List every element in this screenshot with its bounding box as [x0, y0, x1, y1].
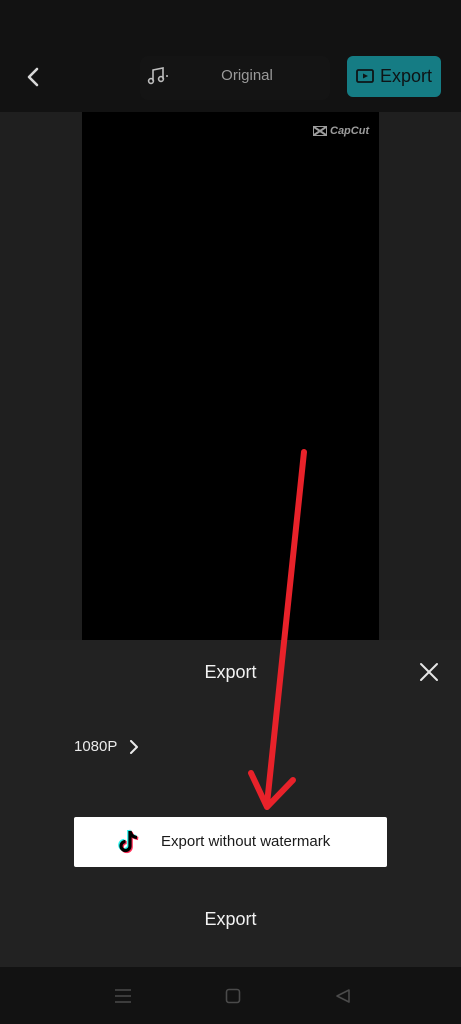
export-without-watermark-button[interactable]: Export without watermark	[74, 817, 387, 867]
capcut-export-screen: Original Export CapCut Export 1080P Expo…	[0, 0, 461, 1024]
sheet-title: Export	[204, 662, 257, 682]
export-button-label: Export	[379, 66, 433, 86]
back-button[interactable]	[18, 62, 48, 92]
resolution-selector[interactable]: 1080P	[74, 738, 139, 755]
home-button[interactable]	[221, 984, 245, 1008]
video-preview[interactable]	[82, 112, 379, 640]
recent-apps-button[interactable]	[111, 984, 135, 1008]
chevron-right-icon	[130, 739, 139, 754]
close-button[interactable]	[416, 659, 442, 685]
export-video-icon	[356, 68, 374, 83]
home-square-icon	[225, 988, 241, 1004]
mode-label[interactable]: Original	[200, 67, 294, 84]
close-icon	[420, 663, 438, 681]
system-nav-bar	[0, 967, 461, 1024]
export-with-watermark-button[interactable]: Export	[0, 909, 461, 930]
menu-icon	[115, 989, 131, 1003]
resolution-label: 1080P	[74, 738, 118, 755]
music-note-icon[interactable]	[146, 65, 168, 87]
top-bar: Original Export	[0, 0, 461, 112]
back-chevron-icon	[27, 67, 39, 87]
back-triangle-icon	[336, 989, 350, 1003]
capcut-logo-icon	[313, 126, 327, 136]
export-button[interactable]: Export	[347, 56, 441, 97]
capcut-watermark: CapCut	[313, 125, 369, 137]
back-nav-button[interactable]	[331, 984, 355, 1008]
export-without-watermark-label: Export without watermark	[161, 833, 331, 850]
watermark-text: CapCut	[330, 125, 370, 137]
tiktok-icon	[118, 829, 139, 854]
